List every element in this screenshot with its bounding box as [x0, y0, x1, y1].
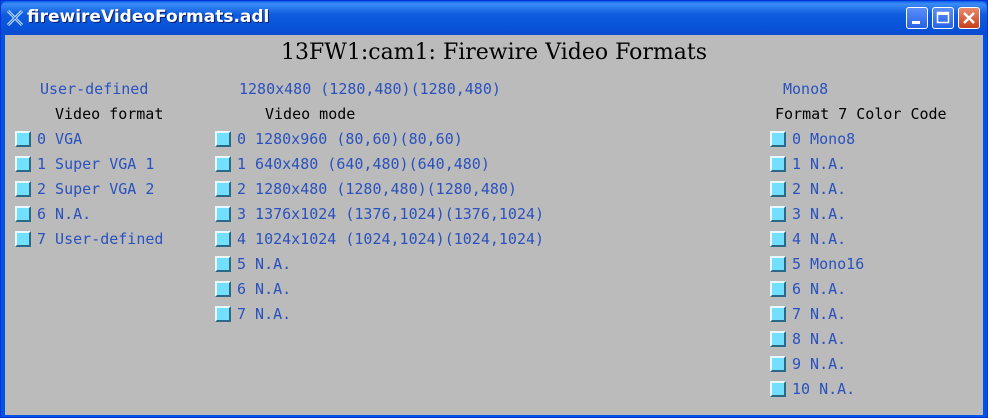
app-window: firewireVideoFormats.adl 13FW1:cam1: Fir… [0, 0, 988, 418]
video-mode-option-label: 5 N.A. [237, 255, 292, 273]
video-mode-option[interactable]: 1 640x480 (640,480)(640,480) [215, 153, 490, 175]
maximize-button[interactable] [932, 7, 954, 29]
video-format-option-button[interactable] [15, 131, 31, 147]
color-code-option[interactable]: 3 N.A. [770, 203, 846, 225]
color-code-option-label: 4 N.A. [792, 230, 847, 248]
color-code-label: Format 7 Color Code [775, 105, 947, 123]
video-format-option[interactable]: 0 VGA [15, 128, 82, 150]
color-code-option-button[interactable] [770, 131, 786, 147]
video-mode-option-label: 7 N.A. [237, 305, 292, 323]
color-code-option-label: 10 N.A. [792, 380, 856, 398]
color-code-option-label: 9 N.A. [792, 355, 847, 373]
color-code-option[interactable]: 6 N.A. [770, 278, 846, 300]
color-code-readback: Mono8 [783, 80, 829, 98]
color-code-option-label: 1 N.A. [792, 155, 847, 173]
video-format-option-label: 7 User-defined [37, 230, 164, 248]
color-code-option-button[interactable] [770, 231, 786, 247]
video-mode-option[interactable]: 7 N.A. [215, 303, 291, 325]
color-code-option[interactable]: 0 Mono8 [770, 128, 855, 150]
video-mode-option-label: 2 1280x480 (1280,480)(1280,480) [237, 180, 517, 198]
video-format-option-label: 0 VGA [37, 130, 83, 148]
video-mode-option[interactable]: 0 1280x960 (80,60)(80,60) [215, 128, 463, 150]
color-code-option[interactable]: 1 N.A. [770, 153, 846, 175]
color-code-option-label: 6 N.A. [792, 280, 847, 298]
color-code-option-label: 3 N.A. [792, 205, 847, 223]
video-mode-option[interactable]: 4 1024x1024 (1024,1024)(1024,1024) [215, 228, 544, 250]
video-mode-option[interactable]: 6 N.A. [215, 278, 291, 300]
close-icon [963, 12, 975, 24]
video-mode-option[interactable]: 5 N.A. [215, 253, 291, 275]
video-format-option-label: 1 Super VGA 1 [37, 155, 155, 173]
video-mode-option-button[interactable] [215, 206, 231, 222]
color-code-option[interactable]: 4 N.A. [770, 228, 846, 250]
color-code-option-button[interactable] [770, 156, 786, 172]
color-code-option[interactable]: 10 N.A. [770, 378, 855, 400]
color-code-option[interactable]: 2 N.A. [770, 178, 846, 200]
color-code-option[interactable]: 8 N.A. [770, 328, 846, 350]
color-code-option-button[interactable] [770, 331, 786, 347]
color-code-option-button[interactable] [770, 206, 786, 222]
color-code-option-label: 7 N.A. [792, 305, 847, 323]
video-mode-option-button[interactable] [215, 131, 231, 147]
video-format-option-label: 2 Super VGA 2 [37, 180, 155, 198]
color-code-option[interactable]: 5 Mono16 [770, 253, 864, 275]
video-mode-option-button[interactable] [215, 256, 231, 272]
video-format-option-label: 6 N.A. [37, 205, 92, 223]
video-mode-option-label: 3 1376x1024 (1376,1024)(1376,1024) [237, 205, 545, 223]
title-bar[interactable]: firewireVideoFormats.adl [1, 1, 987, 35]
video-mode-option-label: 4 1024x1024 (1024,1024)(1024,1024) [237, 230, 545, 248]
color-code-option[interactable]: 7 N.A. [770, 303, 846, 325]
video-mode-option-label: 6 N.A. [237, 280, 292, 298]
video-format-option-button[interactable] [15, 231, 31, 247]
color-code-option-button[interactable] [770, 306, 786, 322]
color-code-option-label: 2 N.A. [792, 180, 847, 198]
video-mode-label: Video mode [265, 105, 356, 123]
video-format-option[interactable]: 1 Super VGA 1 [15, 153, 154, 175]
window-title: firewireVideoFormats.adl [27, 7, 270, 27]
color-code-option-button[interactable] [770, 381, 786, 397]
page-title: 13FW1:cam1: Firewire Video Formats [280, 40, 708, 65]
color-code-option-button[interactable] [770, 281, 786, 297]
video-format-option[interactable]: 6 N.A. [15, 203, 91, 225]
color-code-option-button[interactable] [770, 256, 786, 272]
video-mode-readback: 1280x480 (1280,480)(1280,480) [239, 80, 501, 98]
color-code-option-label: 5 Mono16 [792, 255, 865, 273]
video-format-option[interactable]: 7 User-defined [15, 228, 163, 250]
video-format-label: Video format [55, 105, 164, 123]
video-format-option[interactable]: 2 Super VGA 2 [15, 178, 154, 200]
video-format-option-button[interactable] [15, 206, 31, 222]
video-format-option-button[interactable] [15, 181, 31, 197]
video-format-readback: User-defined [40, 80, 149, 98]
medm-x-icon [6, 9, 24, 27]
maximize-icon [936, 11, 950, 24]
video-mode-option-button[interactable] [215, 281, 231, 297]
color-code-option-button[interactable] [770, 181, 786, 197]
color-code-option-label: 8 N.A. [792, 330, 847, 348]
minimize-button[interactable] [906, 7, 928, 29]
video-mode-option-button[interactable] [215, 181, 231, 197]
video-mode-option[interactable]: 3 1376x1024 (1376,1024)(1376,1024) [215, 203, 544, 225]
screen-panel: 13FW1:cam1: Firewire Video Formats User-… [5, 35, 983, 415]
color-code-option-button[interactable] [770, 356, 786, 372]
close-button[interactable] [958, 7, 980, 29]
color-code-option-label: 0 Mono8 [792, 130, 856, 148]
video-mode-option-button[interactable] [215, 306, 231, 322]
color-code-option[interactable]: 9 N.A. [770, 353, 846, 375]
video-mode-option-button[interactable] [215, 156, 231, 172]
video-format-option-button[interactable] [15, 156, 31, 172]
video-mode-option-button[interactable] [215, 231, 231, 247]
minimize-icon [912, 21, 920, 24]
video-mode-option-label: 1 640x480 (640,480)(640,480) [237, 155, 490, 173]
video-mode-option-label: 0 1280x960 (80,60)(80,60) [237, 130, 463, 148]
video-mode-option[interactable]: 2 1280x480 (1280,480)(1280,480) [215, 178, 517, 200]
